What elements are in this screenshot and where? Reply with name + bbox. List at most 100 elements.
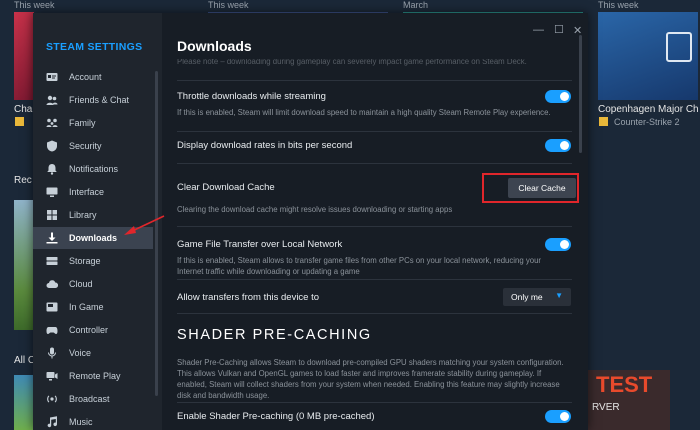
- sidebar-item-label: Cloud: [69, 279, 93, 289]
- chevron-down-icon: ▼: [555, 291, 563, 300]
- week-label: This week: [208, 0, 249, 10]
- game-tile[interactable]: [14, 375, 34, 430]
- sidebar-item-label: Controller: [69, 325, 109, 335]
- divider: [177, 131, 572, 132]
- partial-note-text: Please note – downloading during gamepla…: [177, 57, 527, 66]
- sidebar-item-library[interactable]: Library: [33, 204, 153, 226]
- game-icon: [15, 117, 24, 126]
- local-transfer-label: Game File Transfer over Local Network: [177, 239, 343, 250]
- sidebar-item-label: Downloads: [69, 233, 118, 243]
- cloud-icon: [46, 278, 58, 290]
- game-tile[interactable]: [14, 200, 34, 330]
- event-tile[interactable]: [598, 12, 698, 100]
- dropdown-value: Only me: [511, 292, 543, 302]
- month-label: March: [403, 0, 429, 10]
- downloads-settings-panel: — ☐ ✕ Downloads Please note – downloadin…: [162, 13, 588, 430]
- throttle-downloads-description: If this is enabled, Steam will limit dow…: [177, 108, 551, 117]
- sidebar-item-music[interactable]: Music: [33, 411, 153, 430]
- event-tile[interactable]: [14, 12, 34, 100]
- tile-text: RVER: [592, 402, 620, 413]
- sidebar-item-label: Storage: [69, 256, 101, 266]
- clear-cache-button[interactable]: Clear Cache: [508, 178, 576, 198]
- shield-icon: [46, 140, 58, 152]
- content-scrollbar[interactable]: [579, 35, 582, 153]
- allow-transfers-dropdown[interactable]: Only me ▼: [503, 288, 571, 306]
- clear-cache-label: Clear Download Cache: [177, 182, 275, 193]
- grid-icon: [46, 209, 58, 221]
- section-label: Rec: [14, 175, 32, 186]
- download-icon: [46, 232, 58, 244]
- allow-transfers-label: Allow transfers from this device to: [177, 292, 320, 303]
- event-game-name: Counter-Strike 2: [614, 117, 680, 127]
- divider: [177, 226, 572, 227]
- sidebar-item-label: Friends & Chat: [69, 95, 130, 105]
- music-icon: [46, 416, 58, 428]
- settings-sidebar: STEAM SETTINGS Account Friends & Chat Fa…: [33, 13, 162, 430]
- sidebar-item-cloud[interactable]: Cloud: [33, 273, 153, 295]
- divider: [177, 279, 572, 280]
- bell-icon: [46, 163, 58, 175]
- remote-play-icon: [46, 370, 58, 382]
- shader-description: Shader Pre-Caching allows Steam to downl…: [177, 358, 564, 400]
- week-label: This week: [598, 0, 639, 10]
- sidebar-item-label: Library: [69, 210, 97, 220]
- sidebar-item-downloads[interactable]: Downloads: [33, 227, 153, 249]
- ingame-icon: [46, 301, 58, 313]
- local-transfer-toggle[interactable]: [545, 238, 571, 251]
- tile-text: TEST: [596, 372, 653, 397]
- sidebar-item-family[interactable]: Family: [33, 112, 153, 134]
- sidebar-item-remote-play[interactable]: Remote Play: [33, 365, 153, 387]
- sidebar-item-label: Remote Play: [69, 371, 121, 381]
- sidebar-item-security[interactable]: Security: [33, 135, 153, 157]
- game-tile[interactable]: TEST RVER: [588, 370, 670, 430]
- enable-shader-toggle[interactable]: [545, 410, 571, 423]
- sidebar-item-storage[interactable]: Storage: [33, 250, 153, 272]
- maximize-button[interactable]: ☐: [554, 23, 564, 36]
- week-label: This week: [14, 0, 55, 10]
- sidebar-item-label: Notifications: [69, 164, 119, 174]
- sidebar-scrollbar[interactable]: [155, 71, 158, 396]
- sidebar-title: STEAM SETTINGS: [46, 41, 143, 53]
- sidebar-item-label: In Game: [69, 302, 104, 312]
- divider: [177, 402, 572, 403]
- divider: [177, 80, 572, 81]
- sidebar-item-controller[interactable]: Controller: [33, 319, 153, 341]
- storage-icon: [46, 255, 58, 267]
- sidebar-item-label: Account: [69, 72, 102, 82]
- sidebar-item-label: Interface: [69, 187, 105, 197]
- family-icon: [46, 117, 58, 129]
- local-transfer-description: If this is enabled, Steam allows to tran…: [177, 256, 542, 276]
- sidebar-item-voice[interactable]: Voice: [33, 342, 153, 364]
- page-title: Downloads: [177, 38, 252, 54]
- throttle-downloads-toggle[interactable]: [545, 90, 571, 103]
- bits-per-second-label: Display download rates in bits per secon…: [177, 140, 353, 151]
- controller-icon: [46, 324, 58, 336]
- sidebar-item-friends-chat[interactable]: Friends & Chat: [33, 89, 153, 111]
- sidebar-item-notifications[interactable]: Notifications: [33, 158, 153, 180]
- shader-section-heading: SHADER PRE-CACHING: [177, 327, 372, 343]
- shield-logo-icon: [666, 32, 692, 62]
- monitor-icon: [46, 186, 58, 198]
- clear-cache-description: Clearing the download cache might resolv…: [177, 205, 453, 214]
- throttle-downloads-label: Throttle downloads while streaming: [177, 91, 326, 102]
- sidebar-item-account[interactable]: Account: [33, 66, 153, 88]
- minimize-button[interactable]: —: [533, 24, 544, 36]
- sidebar-item-label: Music: [69, 417, 93, 427]
- divider: [177, 313, 572, 314]
- enable-shader-label: Enable Shader Pre-caching (0 MB pre-cach…: [177, 411, 375, 422]
- sidebar-item-interface[interactable]: Interface: [33, 181, 153, 203]
- steam-settings-window: STEAM SETTINGS Account Friends & Chat Fa…: [33, 13, 588, 430]
- broadcast-icon: [46, 393, 58, 405]
- event-caption: Cha: [14, 104, 33, 115]
- section-label: All C: [14, 355, 36, 366]
- sidebar-item-label: Broadcast: [69, 394, 110, 404]
- sidebar-item-label: Voice: [69, 348, 92, 358]
- sidebar-item-label: Family: [69, 118, 96, 128]
- bits-per-second-toggle[interactable]: [545, 139, 571, 152]
- divider: [177, 163, 572, 164]
- game-icon: [599, 117, 608, 126]
- sidebar-item-broadcast[interactable]: Broadcast: [33, 388, 153, 410]
- sidebar-item-label: Security: [69, 141, 102, 151]
- event-caption: Copenhagen Major Ch: [598, 104, 699, 115]
- sidebar-item-in-game[interactable]: In Game: [33, 296, 153, 318]
